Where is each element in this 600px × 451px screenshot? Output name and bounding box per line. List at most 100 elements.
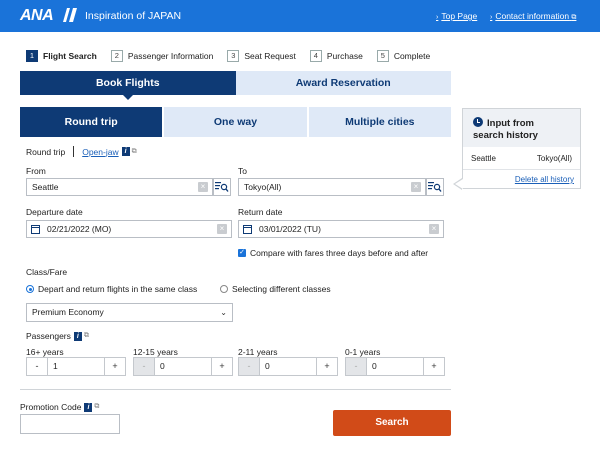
youth-stepper: - 0 + [133,357,233,376]
checkbox-checked-icon[interactable]: ✓ [238,249,246,257]
delete-all-history-link[interactable]: Delete all history [515,175,574,184]
to-input[interactable]: Tokyo(All) × [238,178,426,196]
clear-icon[interactable]: × [217,224,227,234]
youth-count[interactable]: 0 [154,358,212,375]
airport-lookup-button[interactable] [213,178,231,196]
passengers-heading: Passengers i ⧉ [26,331,89,341]
trip-subtype-row: Round trip Open-jaw i ⧉ [26,146,137,157]
tab-multiple-cities[interactable]: Multiple cities [308,107,451,137]
to-value: Tokyo(All) [244,182,282,192]
external-link-icon: ⧉ [571,14,577,21]
tab-round-trip[interactable]: Round trip [20,107,165,137]
current-trip-type: Round trip [26,146,66,157]
step-number: 5 [376,50,389,62]
different-classes-option[interactable]: Selecting different classes [220,284,331,294]
external-link-icon: ⧉ [131,147,137,155]
ana-logo[interactable]: ANA [20,7,54,25]
compare-fares-option[interactable]: ✓ Compare with fares three days before a… [238,248,428,258]
return-date-input[interactable]: 03/01/2022 (TU) × [238,220,444,238]
site-header: ANA Inspiration of JAPAN › Top Page › Cont… [0,0,600,32]
step-number: 1 [26,50,38,62]
separator [73,146,75,157]
to-label: To [238,166,247,176]
age-group-label: 16+ years [26,347,64,357]
radio-unselected[interactable] [220,285,228,293]
increment-button[interactable]: + [317,358,337,375]
top-page-link[interactable]: › Top Page [436,11,477,21]
adult-count[interactable]: 1 [47,358,105,375]
external-link-icon: ⧉ [94,403,100,410]
arrow-right-icon: › [436,14,439,21]
history-to: Tokyo(All) [536,154,572,163]
step-label: Passenger Information [127,51,214,61]
history-title-line2: search history [473,130,538,141]
step-purchase: 4 Purchase [309,50,363,62]
increment-button[interactable]: + [105,358,125,375]
adult-stepper: - 1 + [26,357,126,376]
calendar-icon [243,225,252,234]
open-jaw-link[interactable]: Open-jaw [82,147,118,157]
age-group-label: 12-15 years [133,347,178,357]
list-search-icon [428,182,442,192]
calendar-icon [31,225,40,234]
progress-steps: 1 Flight Search 2 Passenger Information … [26,50,444,62]
different-classes-label: Selecting different classes [232,284,331,294]
clear-icon[interactable]: × [429,224,439,234]
airport-lookup-button[interactable] [426,178,444,196]
promo-heading: Promotion Code i ⧉ [20,402,99,412]
booking-type-tabs: Book Flights Award Reservation [20,71,451,100]
decrement-button[interactable]: - [346,358,366,375]
contact-link[interactable]: › Contact information ⧉ [490,11,576,22]
contact-label: Contact information [495,11,570,21]
trip-type-tabs: Round trip One way Multiple cities [20,107,451,137]
step-passenger-information: 2 Passenger Information [110,50,214,62]
step-label: Complete [393,51,431,61]
decrement-button[interactable]: - [134,358,154,375]
external-link-icon: ⧉ [83,332,89,339]
step-label: Flight Search [43,51,97,61]
class-select[interactable]: Premium Economy ⌄ [26,303,233,322]
departure-date-input[interactable]: 02/21/2022 (MO) × [26,220,232,238]
promo-code-input[interactable] [20,414,120,434]
info-icon[interactable]: i [73,331,82,341]
decrement-button[interactable]: - [27,358,47,375]
step-seat-request: 3 Seat Request [227,50,296,62]
decrement-button[interactable]: - [239,358,259,375]
history-entry[interactable]: Seattle Tokyo(All) [471,154,572,163]
from-value: Seattle [32,182,59,192]
info-icon[interactable]: i [121,147,130,156]
step-number: 3 [227,50,240,62]
clear-icon[interactable]: × [411,182,421,192]
infant-stepper: - 0 + [345,357,445,376]
promo-label: Promotion Code [20,402,82,412]
increment-button[interactable]: + [212,358,232,375]
divider [463,169,580,170]
age-group-label: 0-1 years [345,347,381,357]
list-search-icon [215,182,229,192]
child-count[interactable]: 0 [259,358,317,375]
info-icon[interactable]: i [84,402,93,412]
increment-button[interactable]: + [424,358,444,375]
passengers-label: Passengers [26,331,71,341]
step-flight-search: 1 Flight Search [26,50,97,62]
class-fare-label: Class/Fare [26,267,68,277]
search-button[interactable]: Search [333,410,451,436]
history-from: Seattle [471,154,496,163]
step-complete: 5 Complete [376,50,431,62]
clear-icon[interactable]: × [198,182,208,192]
tab-award-reservation[interactable]: Award Reservation [235,71,451,95]
arrow-right-icon: › [490,14,493,21]
from-label: From [26,166,46,176]
top-page-label: Top Page [441,11,478,21]
same-class-label: Depart and return flights in the same cl… [38,284,198,294]
radio-selected[interactable] [26,285,34,293]
tab-one-way[interactable]: One way [164,107,309,137]
from-input[interactable]: Seattle × [26,178,213,196]
same-class-option[interactable]: Depart and return flights in the same cl… [26,284,197,294]
chevron-down-icon: ⌄ [220,308,227,317]
infant-count[interactable]: 0 [366,358,424,375]
compare-fares-label: Compare with fares three days before and… [250,248,429,258]
age-group-label: 2-11 years [238,347,278,357]
step-number: 4 [309,50,322,62]
tab-book-flights[interactable]: Book Flights [20,71,236,100]
